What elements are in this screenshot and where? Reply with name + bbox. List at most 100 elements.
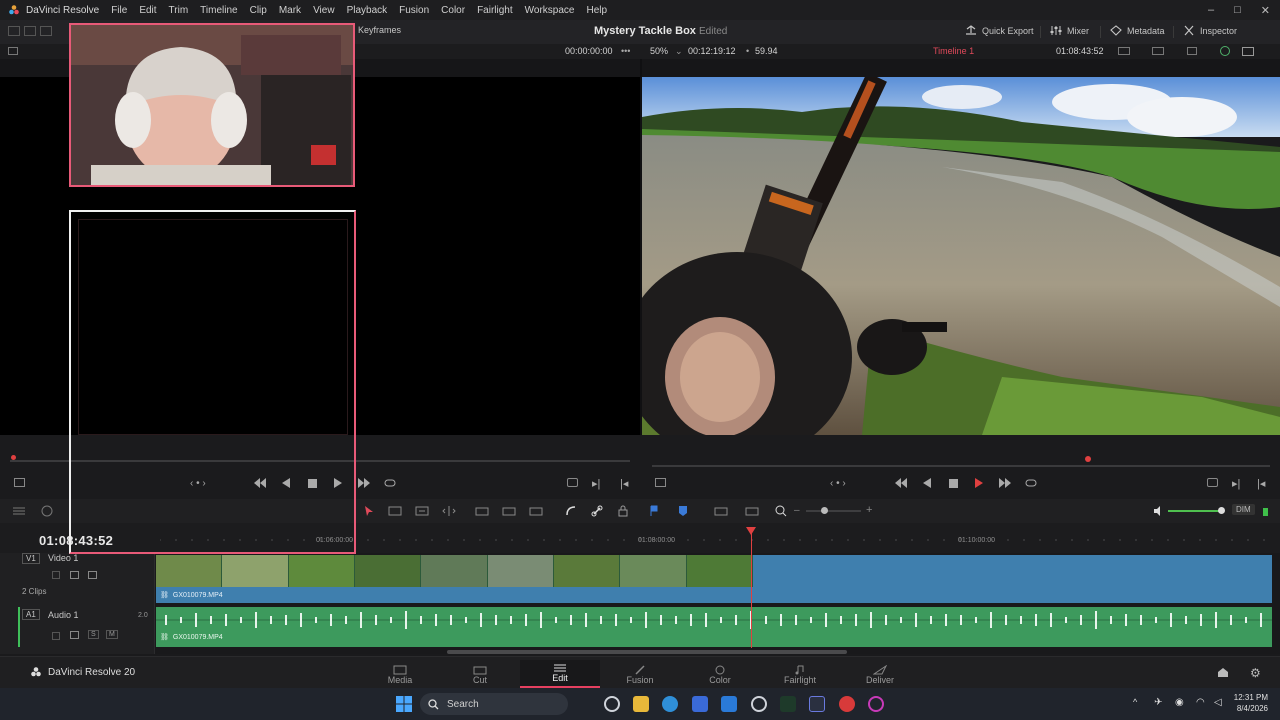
speaker-icon[interactable]: ◁	[1214, 697, 1222, 708]
next-edit-icon[interactable]: ▸|	[592, 477, 600, 490]
tab-media[interactable]: Media	[360, 660, 440, 688]
chatgpt-icon[interactable]	[604, 696, 620, 712]
menu-color[interactable]: Color	[435, 5, 471, 16]
previous-edit-icon[interactable]: |◂	[620, 477, 628, 490]
overwrite-clip-icon[interactable]	[502, 504, 516, 518]
source-scrub-marker[interactable]	[11, 455, 16, 460]
volume-handle[interactable]	[1218, 507, 1225, 514]
playhead[interactable]	[751, 528, 752, 648]
audio-meter-icon[interactable]	[40, 504, 54, 518]
menu-help[interactable]: Help	[580, 5, 613, 16]
edit-index-icon[interactable]	[40, 26, 52, 36]
match-frame-icon[interactable]	[567, 478, 578, 487]
zoom-in-icon[interactable]: +	[866, 504, 872, 516]
minimize-icon[interactable]: –	[1208, 4, 1214, 16]
menu-view[interactable]: View	[307, 5, 341, 16]
wifi-icon[interactable]: ◠	[1196, 697, 1205, 708]
stop-icon[interactable]	[947, 477, 959, 489]
zoom-out-icon[interactable]: –	[794, 505, 800, 516]
auto-select-icon[interactable]	[70, 631, 79, 639]
loop-icon[interactable]	[1025, 477, 1037, 489]
network-icon[interactable]: ✈	[1154, 697, 1162, 708]
jump-end-icon[interactable]	[358, 477, 370, 489]
color-sync-icon[interactable]	[1220, 46, 1230, 56]
match-frame-icon[interactable]	[1207, 478, 1218, 487]
source-clip-icon[interactable]	[14, 478, 25, 487]
previous-edit-icon[interactable]: |◂	[1257, 477, 1265, 490]
flag-icon[interactable]	[647, 504, 661, 518]
chevron-down-icon[interactable]: ⌄	[675, 46, 683, 57]
snapping-icon[interactable]	[564, 504, 578, 518]
video-clip[interactable]: ⛓ GX010079.MP4	[156, 555, 1272, 603]
mute-button[interactable]: M	[106, 630, 118, 639]
media-pool-icon[interactable]	[8, 26, 20, 36]
taskbar-search[interactable]: Search	[420, 693, 568, 715]
windows-start-icon[interactable]	[396, 696, 412, 715]
tab-fairlight[interactable]: Fairlight	[760, 660, 840, 688]
viewer-size-icon[interactable]	[1118, 47, 1130, 55]
menu-playback[interactable]: Playback	[341, 5, 394, 16]
close-icon[interactable]: ✕	[1261, 4, 1270, 17]
source-options-icon[interactable]: •••	[621, 46, 630, 56]
volume-slider[interactable]	[1168, 510, 1223, 512]
maximize-icon[interactable]: □	[1234, 4, 1241, 16]
edge-icon[interactable]	[662, 696, 678, 712]
quick-export-button[interactable]: Quick Export	[965, 25, 1034, 36]
microphone-icon[interactable]: ◉	[1175, 697, 1184, 708]
program-viewer[interactable]	[642, 77, 1280, 435]
play-reverse-icon[interactable]	[921, 477, 933, 489]
zoom-select[interactable]: 50%	[650, 46, 668, 56]
dynamic-trim-icon[interactable]	[415, 504, 429, 518]
jump-start-icon[interactable]	[895, 477, 907, 489]
tab-color[interactable]: Color	[680, 660, 760, 688]
audio-track-id[interactable]: A1	[22, 609, 40, 620]
inspector-button[interactable]: Inspector	[1183, 25, 1237, 36]
disable-track-icon[interactable]	[88, 571, 97, 579]
trim-tool-icon[interactable]	[388, 504, 402, 518]
menu-trim[interactable]: Trim	[163, 5, 195, 16]
custom-zoom-icon[interactable]	[774, 504, 788, 518]
insert-clip-icon[interactable]	[475, 504, 489, 518]
davinci-resolve-icon[interactable]	[809, 696, 825, 712]
next-edit-icon[interactable]: ▸|	[1232, 477, 1240, 490]
menu-fairlight[interactable]: Fairlight	[471, 5, 519, 16]
position-lock-icon[interactable]	[616, 504, 630, 518]
keyframes-button[interactable]: Keyframes	[358, 25, 401, 35]
timeline-zoom-handle[interactable]	[821, 507, 828, 514]
timeline-scrollbar[interactable]	[447, 650, 847, 654]
dim-button[interactable]: DIM	[1232, 504, 1255, 515]
lock-track-icon[interactable]	[52, 632, 60, 640]
safe-area-icon[interactable]	[1152, 47, 1164, 55]
home-icon[interactable]	[1217, 667, 1229, 681]
blade-tool-icon[interactable]	[442, 504, 456, 518]
app-icon[interactable]	[868, 696, 884, 712]
taskbar-clock[interactable]: 12:31 PM 8/4/2026	[1234, 692, 1268, 714]
loop-icon[interactable]	[384, 477, 396, 489]
auto-select-icon[interactable]	[70, 571, 79, 579]
menu-mark[interactable]: Mark	[273, 5, 307, 16]
replace-clip-icon[interactable]	[529, 504, 543, 518]
lock-track-icon[interactable]	[52, 571, 60, 579]
audio-clip[interactable]: ⛓ GX010079.MP4	[156, 607, 1272, 647]
fullscreen-icon[interactable]	[1242, 47, 1254, 56]
play-icon[interactable]	[973, 477, 985, 489]
timeline-view-options-icon[interactable]	[12, 504, 26, 518]
jog-control[interactable]: ‹ • ›	[830, 478, 846, 489]
menu-clip[interactable]: Clip	[244, 5, 273, 16]
effects-icon[interactable]	[24, 26, 36, 36]
store-icon[interactable]	[692, 696, 708, 712]
linked-selection-icon[interactable]	[590, 504, 604, 518]
timeline-zoom-slider[interactable]	[806, 510, 861, 512]
volume-icon[interactable]	[1152, 504, 1166, 518]
jump-end-icon[interactable]	[999, 477, 1011, 489]
scopes-icon[interactable]	[1187, 47, 1197, 55]
terminal-icon[interactable]	[780, 696, 796, 712]
program-scrub-bar[interactable]	[652, 465, 1270, 467]
timeline-name[interactable]: Timeline 1	[933, 46, 974, 56]
metadata-button[interactable]: Metadata	[1110, 25, 1165, 36]
playhead-handle[interactable]	[746, 527, 756, 535]
selection-tool-icon[interactable]	[362, 504, 376, 518]
speedometer-icon[interactable]	[751, 696, 767, 712]
menu-timeline[interactable]: Timeline	[194, 5, 243, 16]
chevron-up-icon[interactable]: ^	[1133, 697, 1137, 707]
